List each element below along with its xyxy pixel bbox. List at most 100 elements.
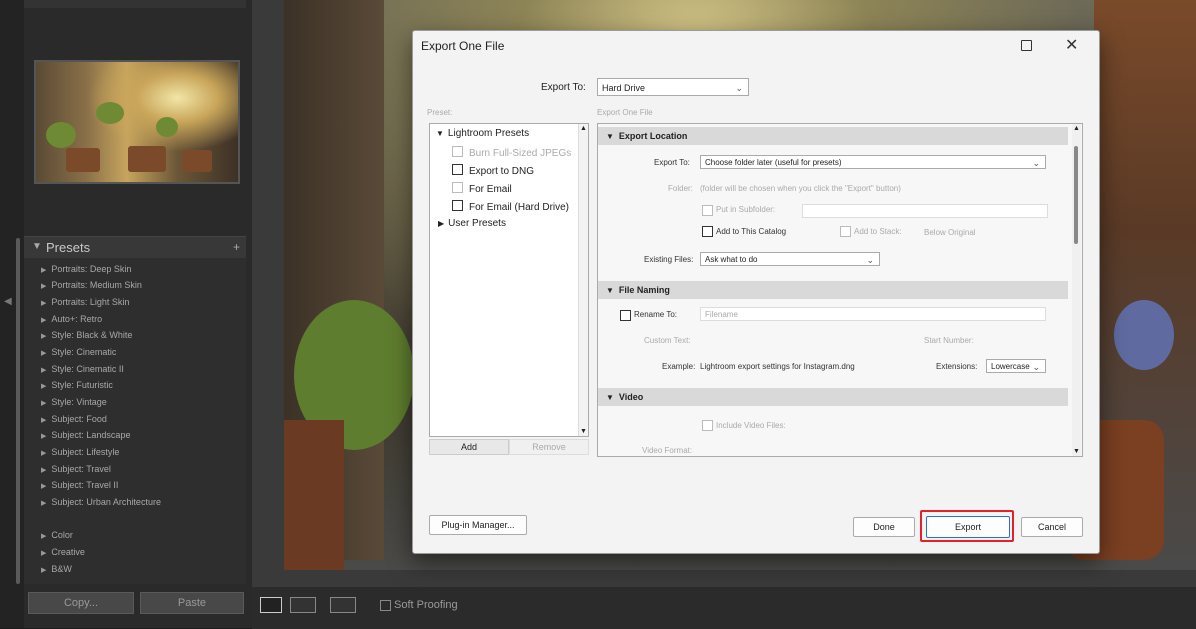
triangle-right-icon: ▶ (41, 267, 47, 274)
preset-item[interactable]: ▶ Subject: Travel II (41, 480, 118, 490)
checkbox[interactable] (452, 182, 463, 193)
bottom-toolbar: Soft Proofing (252, 586, 1196, 629)
video-format-label: Video Format: (642, 446, 693, 455)
checkbox[interactable] (452, 200, 463, 211)
add-to-catalog-label: Add to This Catalog (716, 227, 787, 236)
triangle-right-icon: ▶ (41, 367, 47, 374)
left-panel-collapse-strip[interactable]: ◀ (0, 0, 24, 628)
export-location-select[interactable]: Choose folder later (useful for presets)… (700, 155, 1046, 169)
settings-scrollbar[interactable]: ▲ ▼ (1072, 124, 1081, 456)
paste-button[interactable]: Paste (140, 592, 244, 614)
tree-item[interactable]: Burn Full-Sized JPEGs (452, 146, 571, 159)
preset-item[interactable]: ▶ Portraits: Medium Skin (41, 280, 142, 290)
preset-item[interactable]: ▶ Auto+: Retro (41, 314, 102, 324)
left-panel-scrollbar[interactable] (16, 238, 20, 584)
navigator-preview[interactable] (34, 60, 240, 184)
triangle-right-icon: ▶ (41, 283, 47, 290)
before-after-view-icon[interactable] (290, 597, 316, 613)
checkbox[interactable] (452, 146, 463, 157)
triangle-down-icon: ▼ (436, 129, 444, 138)
scrollbar-thumb[interactable] (1074, 146, 1078, 244)
maximize-icon[interactable] (1021, 40, 1032, 51)
done-button[interactable]: Done (853, 517, 915, 537)
scroll-up-icon[interactable]: ▲ (1073, 125, 1080, 132)
export-to-select[interactable]: Hard Drive ⌄ (597, 78, 749, 96)
compare-view-icon[interactable] (330, 597, 356, 613)
triangle-down-icon: ▼ (32, 241, 42, 252)
custom-text-label: Custom Text: (644, 336, 691, 345)
preset-item[interactable]: ▶ Style: Vintage (41, 397, 107, 407)
loupe-view-icon[interactable] (260, 597, 282, 613)
cancel-button[interactable]: Cancel (1021, 517, 1083, 537)
include-video-checkbox[interactable] (702, 420, 713, 431)
plugin-manager-button[interactable]: Plug-in Manager... (429, 515, 527, 535)
preset-item[interactable]: ▶ B&W (41, 564, 72, 574)
chevron-down-icon: ⌄ (735, 83, 743, 93)
add-to-catalog-checkbox[interactable] (702, 226, 713, 237)
scroll-down-icon[interactable]: ▼ (580, 428, 587, 435)
stack-position-select[interactable]: Below Original (924, 228, 976, 237)
preset-item[interactable]: ▶ Subject: Landscape (41, 430, 130, 440)
rename-select[interactable]: Filename (700, 307, 1046, 321)
left-panel: ◀ ▼ Presets + ▶ Portraits: Deep Skin ▶ Por… (0, 0, 252, 628)
triangle-right-icon: ▶ (41, 317, 47, 324)
copy-button[interactable]: Copy... (28, 592, 134, 614)
add-to-stack-label: Add to Stack: (854, 227, 902, 236)
triangle-right-icon: ▶ (438, 219, 445, 228)
extensions-label: Extensions: (936, 362, 978, 371)
triangle-right-icon: ▶ (41, 500, 47, 507)
existing-files-label: Existing Files: (644, 255, 694, 264)
export-settings-panel: ▼ Export Location Export To: Choose folde… (597, 123, 1083, 457)
subfolder-label: Put in Subfolder: (716, 205, 776, 214)
preset-item[interactable]: ▶ Style: Cinematic (41, 347, 116, 357)
tree-item[interactable]: For Email (Hard Drive) (452, 200, 569, 213)
preset-column-label: Preset: (427, 108, 453, 117)
checkbox[interactable] (452, 164, 463, 175)
subfolder-checkbox[interactable] (702, 205, 713, 216)
chevron-down-icon: ⌄ (866, 255, 874, 265)
rename-checkbox[interactable] (620, 310, 631, 321)
preset-item[interactable]: ▶ Style: Black & White (41, 330, 132, 340)
presets-title: Presets (46, 240, 91, 255)
triangle-right-icon: ▶ (41, 383, 47, 390)
chevron-down-icon: ⌄ (1032, 158, 1040, 168)
section-header-video[interactable]: ▼ Video (598, 388, 1068, 406)
triangle-right-icon: ▶ (41, 483, 47, 490)
triangle-right-icon: ▶ (41, 400, 47, 407)
soft-proofing-label: Soft Proofing (394, 599, 458, 611)
section-header-export-location[interactable]: ▼ Export Location (598, 127, 1068, 145)
presets-panel-header[interactable]: ▼ Presets + (24, 236, 246, 259)
section-header-file-naming[interactable]: ▼ File Naming (598, 281, 1068, 299)
preset-item[interactable]: ▶ Subject: Lifestyle (41, 447, 119, 457)
add-preset-button[interactable]: Add (429, 439, 509, 455)
export-button[interactable]: Export (926, 516, 1010, 538)
preset-item[interactable]: ▶ Subject: Urban Architecture (41, 497, 161, 507)
triangle-right-icon: ▶ (41, 567, 47, 574)
scroll-up-icon[interactable]: ▲ (580, 125, 587, 132)
tree-folder-user-presets[interactable]: ▶ User Presets (438, 218, 506, 229)
existing-files-select[interactable]: Ask what to do ⌄ (700, 252, 880, 266)
tree-folder-lightroom-presets[interactable]: ▼ Lightroom Presets (436, 128, 529, 139)
preset-item[interactable]: ▶ Subject: Food (41, 414, 107, 424)
preset-item[interactable]: ▶ Subject: Travel (41, 464, 111, 474)
close-icon[interactable]: ✕ (1065, 35, 1078, 55)
add-to-stack-checkbox[interactable] (840, 226, 851, 237)
preset-item[interactable]: ▶ Portraits: Deep Skin (41, 264, 131, 274)
preset-item[interactable]: ▶ Style: Futuristic (41, 380, 113, 390)
add-preset-icon[interactable]: + (233, 240, 240, 254)
preset-item[interactable]: ▶ Style: Cinematic II (41, 364, 124, 374)
collapse-arrow-icon[interactable]: ◀ (4, 296, 12, 307)
remove-preset-button[interactable]: Remove (509, 439, 589, 455)
extensions-select[interactable]: Lowercase ⌄ (986, 359, 1046, 373)
preset-item[interactable]: ▶ Color (41, 530, 73, 540)
preset-item[interactable]: ▶ Portraits: Light Skin (41, 297, 129, 307)
preset-tree-scrollbar[interactable]: ▲ ▼ (578, 124, 588, 436)
export-to-label: Export To: (541, 82, 586, 93)
export-column-label: Export One File (597, 108, 653, 117)
soft-proofing-checkbox[interactable] (380, 600, 391, 611)
tree-item[interactable]: Export to DNG (452, 164, 534, 177)
subfolder-input[interactable] (802, 204, 1048, 218)
tree-item[interactable]: For Email (452, 182, 512, 195)
preset-item[interactable]: ▶ Creative (41, 547, 85, 557)
scroll-down-icon[interactable]: ▼ (1073, 448, 1080, 455)
